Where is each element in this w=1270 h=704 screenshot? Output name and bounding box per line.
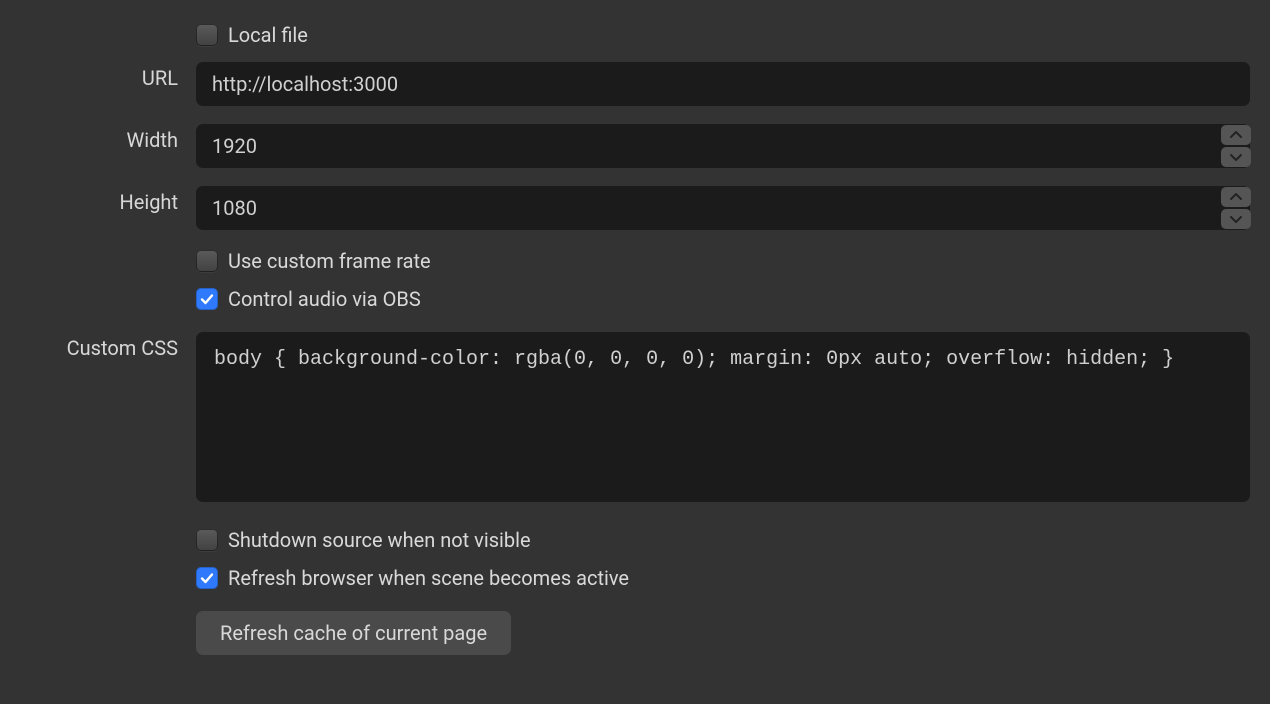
custom-css-label: Custom CSS — [20, 332, 196, 360]
shutdown-source-checkbox[interactable] — [196, 529, 218, 551]
shutdown-source-row[interactable]: Shutdown source when not visible — [196, 527, 1250, 553]
empty-label-3 — [20, 527, 196, 531]
refresh-active-checkbox[interactable] — [196, 567, 218, 589]
width-label: Width — [20, 124, 196, 152]
width-spinner — [1221, 124, 1251, 168]
custom-frame-rate-label: Use custom frame rate — [228, 249, 431, 273]
url-input[interactable] — [196, 62, 1250, 106]
refresh-active-row[interactable]: Refresh browser when scene becomes activ… — [196, 565, 1250, 591]
browser-source-properties-form: Local file URL Width — [0, 0, 1270, 655]
local-file-row: Local file — [20, 22, 1250, 48]
empty-label — [20, 22, 196, 26]
url-row: URL — [20, 62, 1250, 106]
control-audio-label: Control audio via OBS — [228, 287, 421, 311]
url-label: URL — [20, 62, 196, 90]
height-input[interactable] — [196, 186, 1250, 230]
height-row: Height — [20, 186, 1250, 230]
empty-label-2 — [20, 248, 196, 252]
width-row: Width — [20, 124, 1250, 168]
custom-frame-rate-checkbox[interactable] — [196, 250, 218, 272]
frame-audio-checkbox-group: Use custom frame rate Control audio via … — [20, 248, 1250, 312]
shutdown-refresh-checkbox-group: Shutdown source when not visible Refresh… — [20, 527, 1250, 591]
control-audio-checkbox[interactable] — [196, 288, 218, 310]
local-file-checkbox-row[interactable]: Local file — [196, 22, 1250, 48]
refresh-cache-button[interactable]: Refresh cache of current page — [196, 611, 511, 655]
height-label: Height — [20, 186, 196, 214]
height-spinner — [1221, 186, 1251, 230]
height-step-down[interactable] — [1221, 209, 1251, 229]
local-file-checkbox[interactable] — [196, 24, 218, 46]
height-step-up[interactable] — [1221, 187, 1251, 207]
width-step-down[interactable] — [1221, 147, 1251, 167]
shutdown-source-label: Shutdown source when not visible — [228, 528, 531, 552]
custom-css-row: Custom CSS — [20, 332, 1250, 507]
width-input[interactable] — [196, 124, 1250, 168]
refresh-active-label: Refresh browser when scene becomes activ… — [228, 566, 629, 590]
local-file-label: Local file — [228, 23, 308, 47]
custom-css-textarea[interactable] — [196, 332, 1250, 502]
control-audio-row[interactable]: Control audio via OBS — [196, 286, 1250, 312]
empty-label-4 — [20, 611, 196, 615]
custom-frame-rate-row[interactable]: Use custom frame rate — [196, 248, 1250, 274]
refresh-cache-row: Refresh cache of current page — [20, 611, 1250, 655]
width-step-up[interactable] — [1221, 125, 1251, 145]
